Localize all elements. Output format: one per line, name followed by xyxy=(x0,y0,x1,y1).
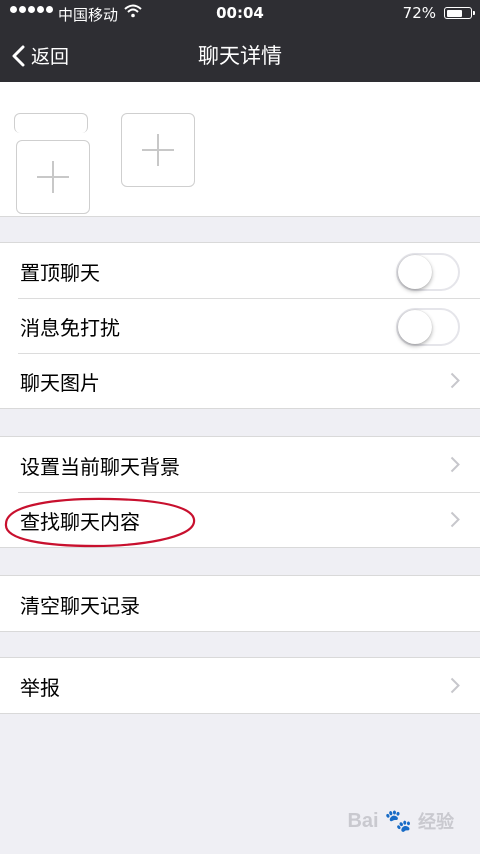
settings-group-3: 清空聊天记录 xyxy=(0,575,480,632)
settings-group-2: 设置当前聊天背景 查找聊天内容 xyxy=(0,436,480,548)
row-label: 设置当前聊天背景 xyxy=(20,455,180,479)
member-card-stacked xyxy=(14,113,88,133)
baidu-watermark: Bai 🐾 经验 xyxy=(347,808,454,834)
add-member-button[interactable] xyxy=(16,140,90,214)
plus-icon xyxy=(37,161,69,193)
plus-icon xyxy=(142,134,174,166)
mute-toggle[interactable] xyxy=(396,308,460,346)
status-bar: 中国移动 00:04 72% xyxy=(0,0,480,28)
paw-icon: 🐾 xyxy=(384,808,412,833)
pin-chat-toggle[interactable] xyxy=(396,253,460,291)
settings-group-4: 举报 xyxy=(0,657,480,714)
watermark-brand: Bai xyxy=(347,809,379,832)
row-label: 消息免打扰 xyxy=(20,316,120,340)
members-section xyxy=(0,82,480,217)
chevron-right-icon xyxy=(450,456,460,473)
battery-percent: 72% xyxy=(402,4,436,22)
battery-fill xyxy=(446,9,463,17)
navigation-bar: 返回 聊天详情 xyxy=(0,28,480,82)
add-member-button-2[interactable] xyxy=(121,113,195,187)
row-set-chat-background[interactable]: 设置当前聊天背景 xyxy=(0,437,480,492)
row-pin-chat: 置顶聊天 xyxy=(0,243,480,298)
row-label: 举报 xyxy=(20,676,60,700)
row-clear-chat-history[interactable]: 清空聊天记录 xyxy=(0,576,480,631)
row-report[interactable]: 举报 xyxy=(0,658,480,713)
row-label: 置顶聊天 xyxy=(20,261,100,285)
row-mute-notifications: 消息免打扰 xyxy=(0,298,480,353)
settings-group-1: 置顶聊天 消息免打扰 聊天图片 xyxy=(0,242,480,409)
row-label: 查找聊天内容 xyxy=(20,510,140,534)
watermark-suffix: 经验 xyxy=(418,812,454,832)
row-chat-images[interactable]: 聊天图片 xyxy=(0,353,480,408)
row-label: 清空聊天记录 xyxy=(20,594,140,618)
page-title: 聊天详情 xyxy=(198,44,282,68)
battery-icon xyxy=(444,7,475,19)
row-search-chat-content[interactable]: 查找聊天内容 xyxy=(0,492,480,547)
chevron-right-icon xyxy=(450,677,460,694)
chevron-right-icon xyxy=(450,511,460,528)
row-label: 聊天图片 xyxy=(20,371,100,395)
chevron-right-icon xyxy=(450,372,460,389)
